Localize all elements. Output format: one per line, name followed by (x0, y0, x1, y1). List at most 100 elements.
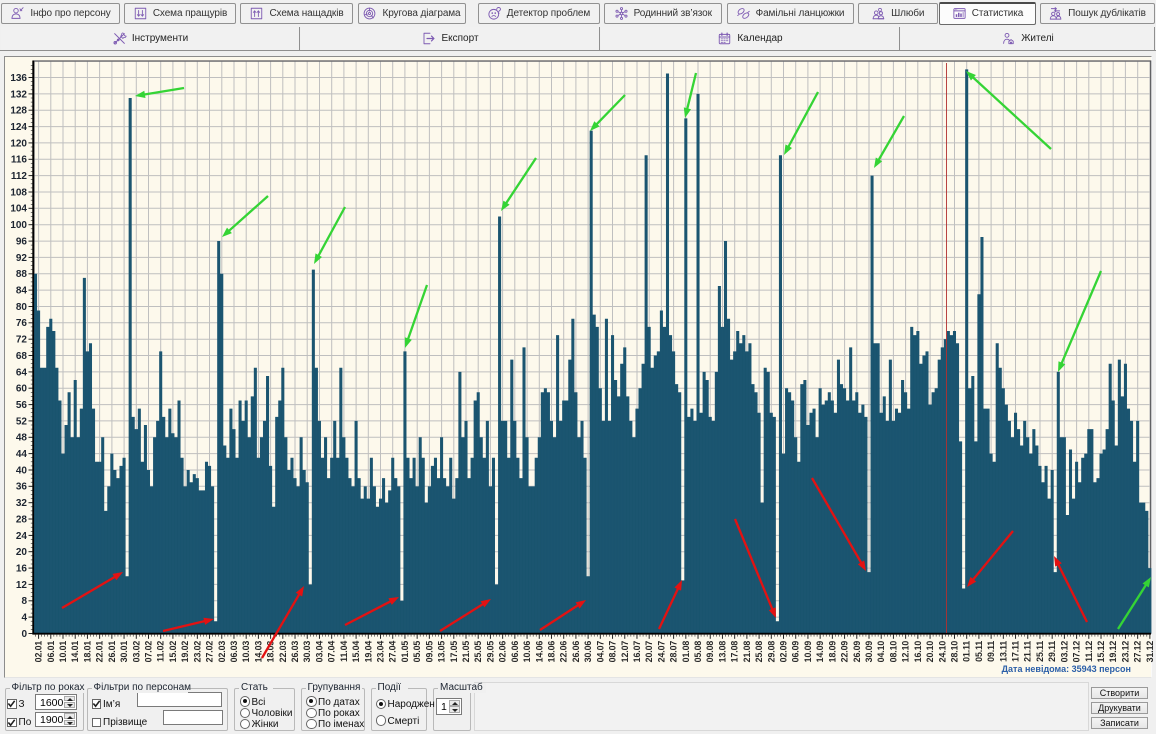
svg-text:13.08: 13.08 (717, 641, 727, 663)
svg-text:80: 80 (16, 302, 28, 313)
svg-text:07.02: 07.02 (143, 641, 153, 663)
svg-text:4: 4 (21, 613, 27, 624)
svg-text:01.05: 01.05 (400, 641, 410, 663)
svg-text:26.09: 26.09 (852, 641, 862, 663)
svg-text:16.10: 16.10 (913, 641, 923, 663)
svg-text:14.01: 14.01 (70, 641, 80, 663)
svg-text:04.10: 04.10 (876, 641, 886, 663)
svg-text:22.09: 22.09 (840, 641, 850, 663)
svg-text:03.04: 03.04 (314, 641, 324, 663)
svg-text:08.07: 08.07 (608, 641, 618, 663)
svg-text:01.08: 01.08 (681, 641, 691, 663)
svg-text:36: 36 (16, 482, 28, 493)
svg-text:0: 0 (21, 629, 27, 640)
svg-text:26.03: 26.03 (290, 641, 300, 663)
svg-text:25.08: 25.08 (754, 641, 764, 663)
svg-text:09.08: 09.08 (705, 641, 715, 663)
svg-text:20.07: 20.07 (644, 641, 654, 663)
svg-text:32: 32 (16, 498, 28, 509)
svg-text:31.12: 31.12 (1145, 641, 1155, 663)
svg-text:18.06: 18.06 (546, 641, 556, 663)
svg-text:25.11: 25.11 (1035, 641, 1045, 662)
svg-text:116: 116 (11, 155, 28, 166)
svg-text:18.01: 18.01 (82, 641, 92, 663)
svg-text:07.04: 07.04 (327, 641, 337, 663)
svg-text:27.02: 27.02 (205, 641, 215, 663)
svg-text:27.12: 27.12 (1133, 641, 1143, 663)
svg-text:02.09: 02.09 (779, 641, 789, 663)
svg-text:10.09: 10.09 (803, 641, 813, 663)
svg-text:05.08: 05.08 (693, 641, 703, 663)
svg-text:10.03: 10.03 (241, 641, 251, 663)
svg-text:06.09: 06.09 (791, 641, 801, 663)
svg-text:29.05: 29.05 (485, 641, 495, 663)
svg-text:10.01: 10.01 (58, 641, 68, 663)
svg-text:136: 136 (10, 73, 27, 84)
svg-text:14.03: 14.03 (253, 641, 263, 663)
svg-text:17.05: 17.05 (449, 641, 459, 663)
svg-text:28.10: 28.10 (949, 641, 959, 663)
svg-text:23.02: 23.02 (192, 641, 202, 663)
svg-text:84: 84 (16, 286, 28, 297)
svg-text:92: 92 (16, 253, 28, 264)
svg-text:02.06: 02.06 (498, 641, 508, 663)
svg-text:17.11: 17.11 (1011, 641, 1021, 662)
svg-text:07.12: 07.12 (1072, 641, 1082, 663)
svg-text:20: 20 (16, 547, 28, 558)
svg-text:24.10: 24.10 (937, 641, 947, 663)
svg-text:22.03: 22.03 (278, 641, 288, 663)
svg-text:11.02: 11.02 (156, 641, 166, 662)
svg-text:23.04: 23.04 (376, 641, 386, 663)
svg-text:28.07: 28.07 (669, 641, 679, 663)
svg-text:18.09: 18.09 (827, 641, 837, 663)
svg-text:29.08: 29.08 (766, 641, 776, 663)
svg-text:13.11: 13.11 (998, 641, 1008, 662)
svg-text:104: 104 (10, 204, 27, 215)
svg-text:02.03: 02.03 (217, 641, 227, 663)
svg-text:10.06: 10.06 (522, 641, 532, 663)
svg-text:05.11: 05.11 (974, 641, 984, 662)
svg-text:25.05: 25.05 (473, 641, 483, 663)
svg-text:27.04: 27.04 (388, 641, 398, 663)
svg-text:09.11: 09.11 (986, 641, 996, 662)
svg-text:16: 16 (16, 564, 28, 575)
svg-text:03.12: 03.12 (1059, 641, 1069, 663)
svg-text:23.12: 23.12 (1120, 641, 1130, 663)
svg-text:13.05: 13.05 (437, 641, 447, 663)
svg-text:21.05: 21.05 (461, 641, 471, 663)
svg-text:19.12: 19.12 (1108, 641, 1118, 663)
svg-text:8: 8 (21, 596, 27, 607)
svg-text:06.01: 06.01 (46, 641, 56, 663)
svg-text:26.06: 26.06 (571, 641, 581, 663)
svg-text:08.10: 08.10 (888, 641, 898, 663)
svg-text:120: 120 (10, 138, 27, 149)
svg-text:12: 12 (16, 580, 28, 591)
svg-text:52: 52 (16, 416, 28, 427)
svg-text:15.04: 15.04 (351, 641, 361, 663)
svg-text:01.11: 01.11 (962, 641, 972, 662)
svg-text:11.04: 11.04 (339, 641, 349, 662)
svg-text:15.02: 15.02 (168, 641, 178, 663)
svg-text:68: 68 (16, 351, 28, 362)
svg-text:06.03: 06.03 (229, 641, 239, 663)
svg-text:28: 28 (16, 514, 28, 525)
svg-text:15.12: 15.12 (1096, 641, 1106, 663)
svg-text:19.04: 19.04 (363, 641, 373, 663)
svg-text:06.06: 06.06 (510, 641, 520, 663)
svg-text:Дата невідома: 35943 персон: Дата невідома: 35943 персон (1002, 664, 1131, 674)
svg-text:76: 76 (16, 318, 28, 329)
svg-text:72: 72 (16, 335, 28, 346)
svg-text:48: 48 (16, 433, 28, 444)
svg-text:17.08: 17.08 (730, 641, 740, 663)
svg-text:05.05: 05.05 (412, 641, 422, 663)
svg-text:22.06: 22.06 (559, 641, 569, 663)
svg-text:11.12: 11.12 (1084, 641, 1094, 662)
svg-text:02.01: 02.01 (34, 641, 44, 663)
svg-text:124: 124 (10, 122, 27, 133)
svg-text:112: 112 (11, 171, 28, 182)
svg-text:14.06: 14.06 (534, 641, 544, 663)
svg-text:56: 56 (16, 400, 28, 411)
svg-text:26.01: 26.01 (107, 641, 117, 663)
svg-text:12.07: 12.07 (620, 641, 630, 663)
svg-text:24.07: 24.07 (656, 641, 666, 663)
